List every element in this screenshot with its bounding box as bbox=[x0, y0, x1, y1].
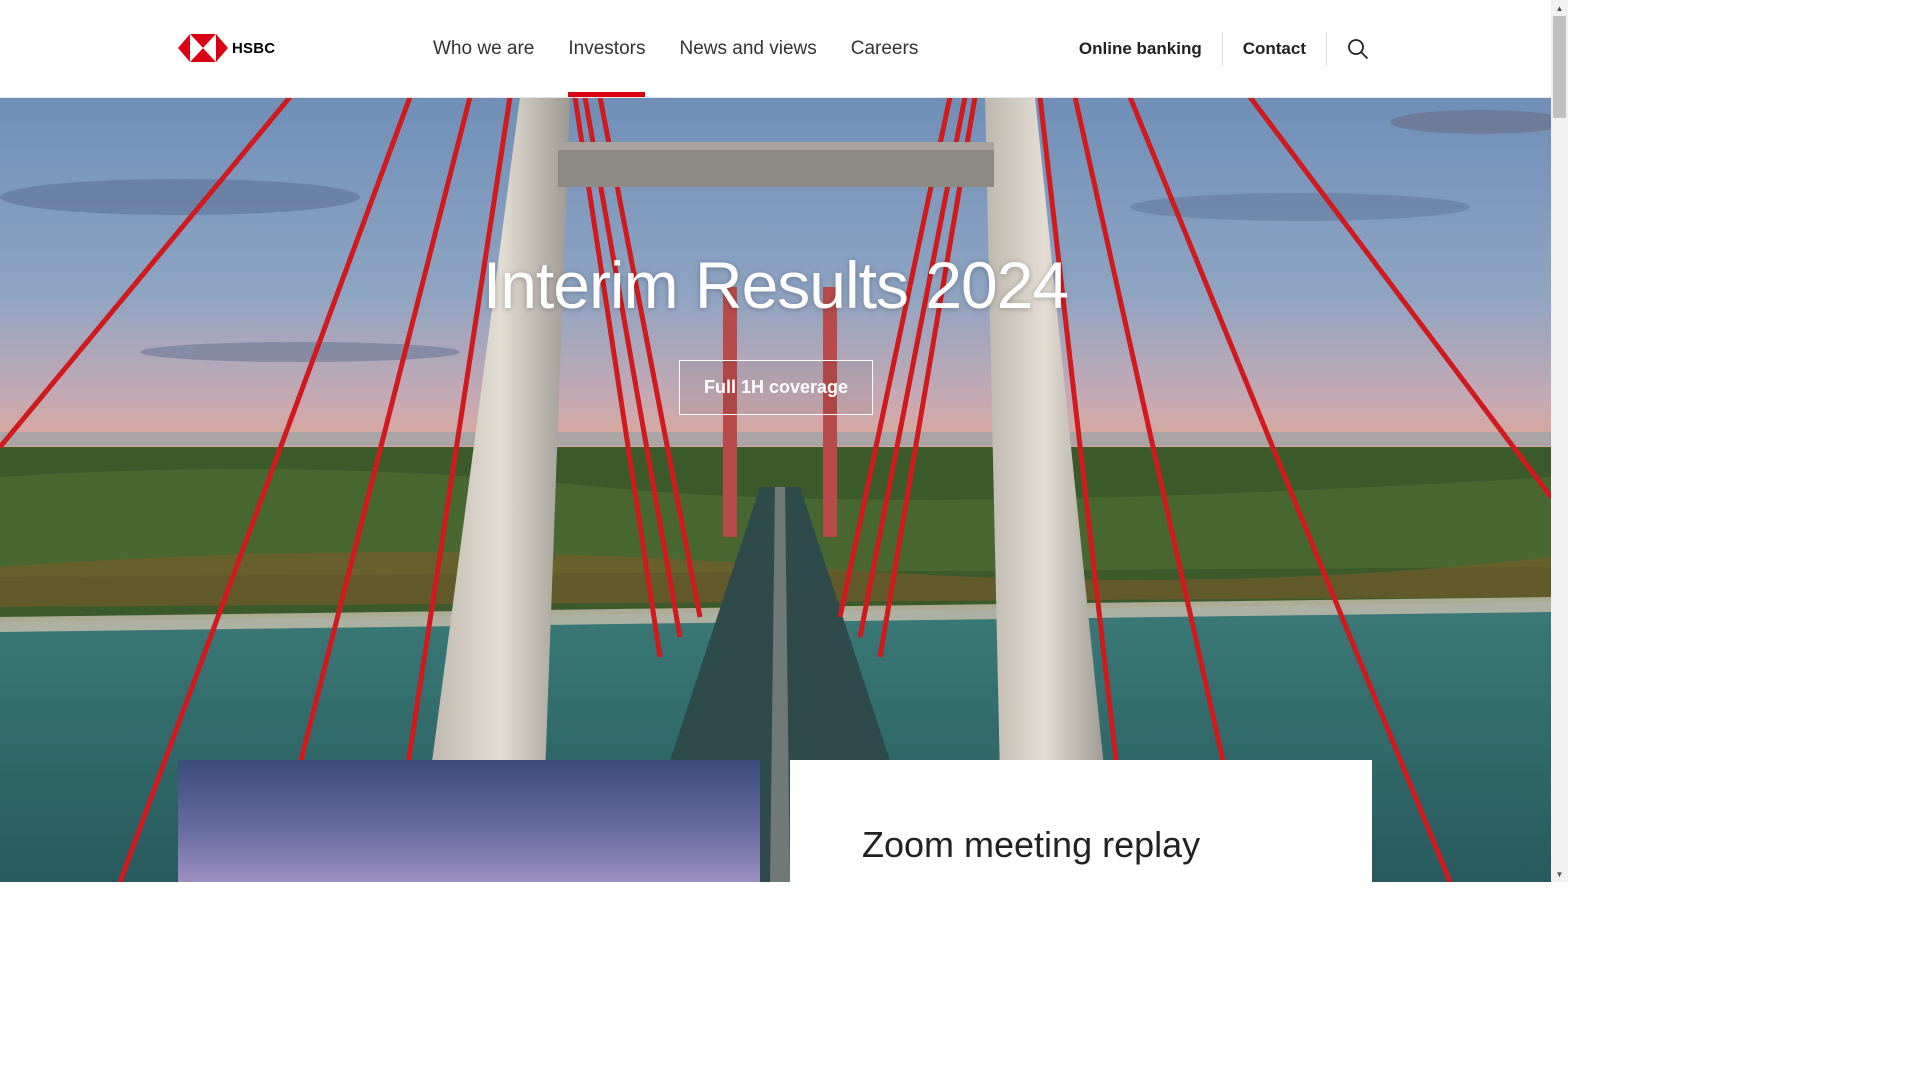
search-icon bbox=[1348, 38, 1369, 59]
hero-title: Interim Results 2024 bbox=[482, 248, 1069, 322]
card-title: Zoom meeting replay bbox=[862, 824, 1201, 865]
full-coverage-button[interactable]: Full 1H coverage bbox=[679, 360, 873, 415]
contact-link[interactable]: Contact bbox=[1223, 39, 1326, 59]
scroll-up-arrow-icon[interactable]: ▲ bbox=[1551, 0, 1568, 16]
scrollbar[interactable]: ▲ ▼ bbox=[1551, 0, 1568, 882]
site-header: HSBC Who we are Investors News and views… bbox=[0, 0, 1551, 98]
hsbc-hexagon-icon bbox=[178, 34, 228, 62]
nav-item-news-and-views[interactable]: News and views bbox=[662, 0, 833, 97]
utility-nav: Online banking Contact bbox=[1059, 0, 1371, 97]
nav-item-who-we-are[interactable]: Who we are bbox=[416, 0, 551, 97]
brand-name: HSBC bbox=[232, 39, 276, 57]
feature-card-image[interactable] bbox=[178, 760, 760, 882]
nav-item-careers[interactable]: Careers bbox=[834, 0, 936, 97]
feature-card[interactable]: Zoom meeting replay bbox=[790, 760, 1372, 882]
online-banking-link[interactable]: Online banking bbox=[1059, 39, 1222, 59]
scroll-down-arrow-icon[interactable]: ▼ bbox=[1551, 866, 1568, 882]
search-button[interactable] bbox=[1327, 38, 1371, 60]
hsbc-logo[interactable]: HSBC bbox=[178, 34, 275, 62]
main-nav: Who we are Investors News and views Care… bbox=[416, 0, 935, 97]
hero-banner: Interim Results 2024 Full 1H coverage Zo… bbox=[0, 97, 1551, 882]
scroll-thumb[interactable] bbox=[1553, 16, 1566, 118]
nav-item-investors[interactable]: Investors bbox=[551, 0, 662, 97]
